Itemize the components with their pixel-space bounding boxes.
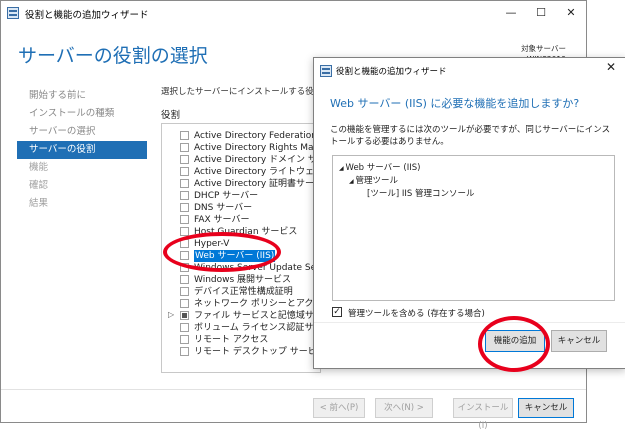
dialog-title: 役割と機能の追加ウィザード <box>336 67 447 77</box>
page-title: サーバーの役割の選択 <box>18 45 208 67</box>
role-checkbox[interactable] <box>180 143 189 152</box>
role-row[interactable]: Web サーバー (IIS) <box>162 250 320 262</box>
window-title: 役割と機能の追加ウィザード <box>25 10 149 21</box>
tree-item-label: [ツール] IIS 管理コンソール <box>367 189 475 199</box>
role-row[interactable]: ネットワーク ポリシーとアクセス サ <box>162 298 320 310</box>
minimize-button[interactable]: — <box>496 1 526 25</box>
role-checkbox[interactable] <box>180 203 189 212</box>
role-row[interactable]: Active Directory 証明書サービス <box>162 178 321 190</box>
tree-item: ◢ 管理ツール <box>349 174 398 186</box>
roles-list[interactable]: Active Directory Federation Se Active Dir… <box>161 123 321 373</box>
role-checkbox[interactable] <box>180 311 189 320</box>
target-server-label: 対象サーバー <box>521 44 566 53</box>
role-label: DHCP サーバー <box>194 191 259 201</box>
nav-item[interactable]: 開始する前に <box>17 87 147 105</box>
role-label: Active Directory Rights Manag <box>194 143 321 153</box>
nav-item[interactable]: サーバーの役割 <box>17 141 147 159</box>
add-features-dialog: 役割と機能の追加ウィザード ✕ Web サーバー (IIS) に必要な機能を追加… <box>313 57 625 369</box>
tree-item-label: 管理ツール <box>355 176 399 186</box>
roles-heading: 役割 <box>161 110 181 121</box>
wizard-navigation: 開始する前に インストールの種類 サーバーの選択 サーバーの役割機能確認結果 <box>17 87 147 213</box>
next-button[interactable]: 次へ(N) > <box>375 398 433 418</box>
tree-item: ◢ Web サーバー (IIS) <box>339 161 420 173</box>
add-features-button[interactable]: 機能の追加 <box>485 330 545 352</box>
role-row[interactable]: Active Directory ライトウェイト デ <box>162 166 320 178</box>
role-row[interactable]: リモート デスクトップ サービス <box>162 346 321 358</box>
role-checkbox[interactable] <box>180 191 189 200</box>
role-checkbox[interactable] <box>180 251 189 260</box>
role-row[interactable]: Active Directory Federation Se <box>162 130 321 142</box>
role-label: DNS サーバー <box>194 203 253 213</box>
role-label: ボリューム ライセンス認証サービス <box>194 323 320 333</box>
role-label: Active Directory ドメイン サービス <box>194 155 320 165</box>
include-tools-label: 管理ツールを含める (存在する場合) <box>348 309 485 319</box>
nav-item[interactable]: サーバーの選択 <box>17 123 147 141</box>
role-label: Windows Server Update Servic <box>194 263 321 273</box>
maximize-button[interactable]: ☐ <box>526 1 556 25</box>
role-label: Active Directory Federation Se <box>194 131 321 141</box>
role-row[interactable]: Windows Server Update Servic <box>162 262 321 274</box>
tree-item-label: Web サーバー (IIS) <box>345 163 421 173</box>
role-checkbox[interactable] <box>180 323 189 332</box>
title-bar: 役割と機能の追加ウィザード — ☐ ✕ <box>1 1 586 25</box>
role-checkbox[interactable] <box>180 287 189 296</box>
role-row[interactable]: DHCP サーバー <box>162 190 320 202</box>
role-row[interactable]: Active Directory ドメイン サービス <box>162 154 320 166</box>
role-row[interactable]: Windows 展開サービス <box>162 274 320 286</box>
role-checkbox[interactable] <box>180 347 189 356</box>
dialog-close-button[interactable]: ✕ <box>603 60 619 74</box>
footer-divider <box>1 389 586 390</box>
role-label: Active Directory ライトウェイト デ <box>194 167 320 177</box>
role-checkbox[interactable] <box>180 155 189 164</box>
role-checkbox[interactable] <box>180 239 189 248</box>
role-label: Hyper-V <box>194 239 230 249</box>
role-label: リモート デスクトップ サービス <box>194 347 321 357</box>
role-label: ネットワーク ポリシーとアクセス サ <box>194 299 320 309</box>
role-checkbox[interactable] <box>180 131 189 140</box>
previous-button[interactable]: < 前へ(P) <box>313 398 365 418</box>
role-label: Host Guardian サービス <box>194 227 298 237</box>
dialog-description: この機能を管理するには次のツールが必要ですが、同じサーバーにインストールする必要… <box>330 125 611 147</box>
nav-item: 確認 <box>29 180 49 191</box>
role-label: FAX サーバー <box>194 215 250 225</box>
required-features-tree: ◢ Web サーバー (IIS) ◢ 管理ツール [ツール] IIS 管理コンソール <box>332 155 615 301</box>
cancel-button[interactable]: キャンセル <box>518 398 574 418</box>
close-button[interactable]: ✕ <box>556 1 586 25</box>
include-tools-checkbox[interactable]: ✓ <box>332 307 342 317</box>
nav-item[interactable]: インストールの種類 <box>17 105 147 123</box>
role-label: デバイス正常性構成証明 <box>194 287 293 297</box>
dialog-divider <box>314 322 625 323</box>
tree-item: [ツール] IIS 管理コンソール <box>367 187 474 199</box>
role-checkbox[interactable] <box>180 167 189 176</box>
role-checkbox[interactable] <box>180 263 189 272</box>
role-row[interactable]: Active Directory Rights Manag <box>162 142 321 154</box>
role-row[interactable]: ボリューム ライセンス認証サービス <box>162 322 320 334</box>
role-checkbox[interactable] <box>180 299 189 308</box>
server-manager-icon <box>320 65 332 77</box>
role-row[interactable]: FAX サーバー <box>162 214 320 226</box>
dialog-heading: Web サーバー (IIS) に必要な機能を追加しますか? <box>330 97 580 110</box>
server-manager-icon <box>7 7 19 19</box>
role-row[interactable]: Hyper-V <box>162 238 320 250</box>
role-row[interactable]: リモート アクセス <box>162 334 320 346</box>
nav-item: 機能 <box>29 162 49 173</box>
role-label: リモート アクセス <box>194 335 269 345</box>
nav-item: 結果 <box>29 198 49 209</box>
role-label: Windows 展開サービス <box>194 275 292 285</box>
role-checkbox[interactable] <box>180 227 189 236</box>
role-row[interactable]: デバイス正常性構成証明 <box>162 286 320 298</box>
role-label: ファイル サービスと記憶域サービス ( <box>194 311 320 321</box>
role-label: Active Directory 証明書サービス <box>194 179 321 189</box>
role-checkbox[interactable] <box>180 179 189 188</box>
role-row[interactable]: Host Guardian サービス <box>162 226 320 238</box>
role-checkbox[interactable] <box>180 215 189 224</box>
dialog-cancel-button[interactable]: キャンセル <box>551 330 607 352</box>
expand-arrow-icon[interactable]: ▷ <box>168 310 174 319</box>
role-label: Web サーバー (IIS) <box>194 250 276 262</box>
role-row[interactable]: ▷ ファイル サービスと記憶域サービス ( <box>162 310 320 322</box>
role-checkbox[interactable] <box>180 275 189 284</box>
install-button[interactable]: インストール(I) <box>453 398 513 431</box>
role-row[interactable]: DNS サーバー <box>162 202 320 214</box>
role-checkbox[interactable] <box>180 335 189 344</box>
